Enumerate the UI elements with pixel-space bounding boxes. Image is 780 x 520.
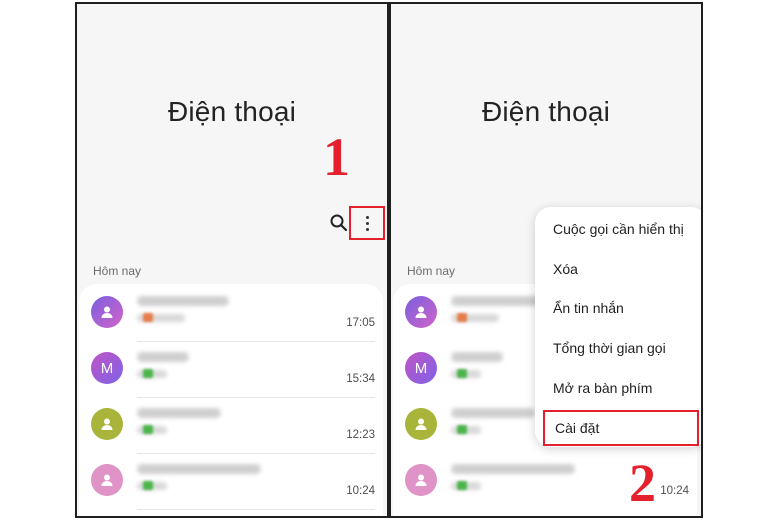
phone-screen-step-2: Điện thoại Hôm nay M 10:24 Cuộc gọi cần …	[389, 2, 703, 518]
person-icon	[91, 408, 123, 440]
person-icon	[405, 464, 437, 496]
call-log-row[interactable]: 17:05	[79, 286, 383, 342]
page-title: Điện thoại	[481, 96, 611, 127]
sim-badge	[143, 481, 153, 490]
row-divider	[137, 509, 375, 510]
section-label-today: Hôm nay	[407, 264, 456, 278]
person-icon	[405, 408, 437, 440]
sim-badge	[143, 369, 153, 378]
call-log-list: 17:05 M 15:34 12:23 10:24	[79, 284, 383, 516]
step-number: 1	[323, 127, 350, 187]
call-log-row[interactable]: M 15:34	[79, 342, 383, 398]
contact-name-blurred	[137, 352, 189, 362]
menu-item-call-duration[interactable]: Tổng thời gian gọi	[535, 330, 701, 366]
contact-name-blurred	[137, 296, 229, 306]
sim-badge	[457, 313, 467, 322]
contact-name-blurred	[137, 408, 221, 418]
more-options-button[interactable]	[349, 206, 385, 240]
person-icon	[405, 296, 437, 328]
avatar-letter: M	[405, 352, 437, 384]
tutorial-image: Điện thoại 1 Hôm nay 17:05 M 15:34 12:23…	[0, 0, 780, 520]
call-log-row[interactable]: 10:24	[79, 454, 383, 510]
sim-badge	[457, 425, 467, 434]
menu-item-delete[interactable]: Xóa	[535, 251, 701, 287]
contact-name-blurred	[451, 296, 543, 306]
section-label-today: Hôm nay	[93, 264, 142, 278]
call-log-row[interactable]: 12:23	[79, 398, 383, 454]
avatar-letter: M	[91, 352, 123, 384]
sim-badge	[457, 481, 467, 490]
sim-badge	[457, 369, 467, 378]
person-icon	[91, 296, 123, 328]
menu-item-settings[interactable]: Cài đặt	[543, 410, 699, 446]
page-title: Điện thoại	[167, 96, 297, 127]
phone-screen-step-1: Điện thoại 1 Hôm nay 17:05 M 15:34 12:23…	[75, 2, 389, 518]
contact-name-blurred	[451, 464, 575, 474]
contact-name-blurred	[451, 408, 535, 418]
call-time: 10:24	[346, 485, 375, 497]
person-icon	[91, 464, 123, 496]
contact-name-blurred	[451, 352, 503, 362]
overflow-menu: Cuộc gọi cần hiển thị Xóa Ẩn tin nhắn Tổ…	[535, 207, 701, 447]
menu-item-hide-messages[interactable]: Ẩn tin nhắn	[535, 290, 701, 326]
search-icon[interactable]	[329, 213, 349, 233]
call-time: 10:24	[660, 485, 689, 497]
menu-item-visible-calls[interactable]: Cuộc gọi cần hiển thị	[535, 211, 701, 247]
more-vertical-icon	[365, 215, 369, 231]
call-time: 17:05	[346, 317, 375, 329]
contact-name-blurred	[137, 464, 261, 474]
sim-badge	[143, 313, 153, 322]
menu-item-open-keypad[interactable]: Mở ra bàn phím	[535, 370, 701, 406]
sim-badge	[143, 425, 153, 434]
call-time: 12:23	[346, 429, 375, 441]
step-number: 2	[629, 453, 656, 513]
call-time: 15:34	[346, 373, 375, 385]
